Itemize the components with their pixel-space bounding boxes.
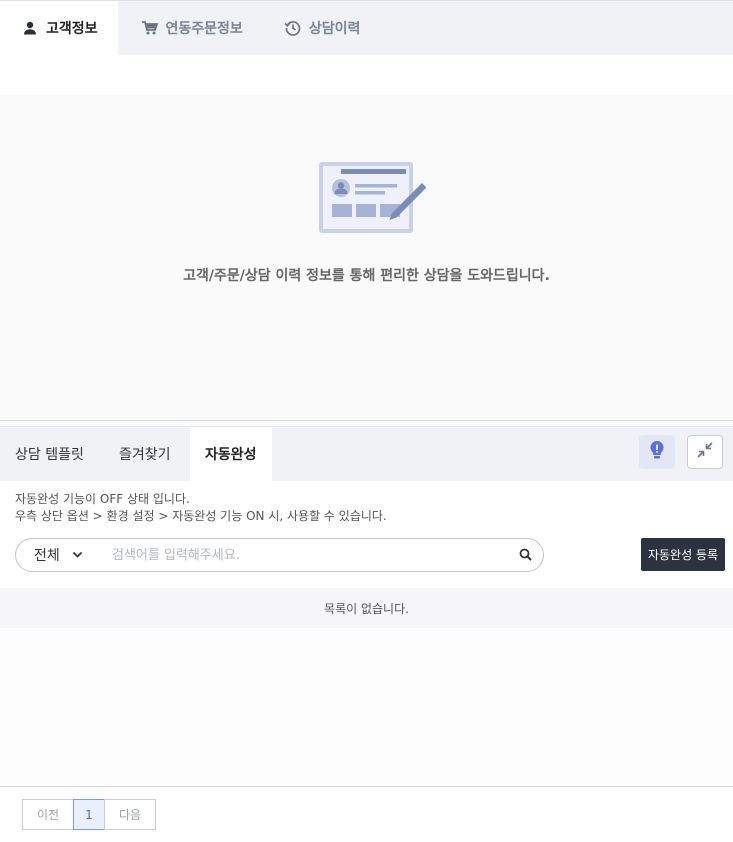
empty-list-message: 목록이 없습니다. [0,588,733,628]
panel-splitter[interactable] [0,420,733,427]
lightbulb-icon [649,440,665,464]
notice-line-2: 우측 상단 옵션 > 환경 설정 > 자동완성 기능 ON 시, 사용할 수 있… [15,509,387,523]
page-number-button[interactable]: 1 [73,799,105,830]
tab-consult-template-label: 상담 템플릿 [15,447,84,463]
tab-linked-orders-label: 연동주문정보 [165,21,243,37]
prev-page-button[interactable]: 이전 [22,799,74,830]
customer-card-icon [319,162,426,233]
search-input[interactable] [104,540,507,570]
search-filter-value: 전체 [34,548,60,564]
info-message: 고객/주문/상담 이력 정보를 통해 편리한 상담을 도와드립니다. [183,268,550,284]
search-icon [519,546,532,565]
tab-consult-history[interactable]: 상담이력 [263,1,381,55]
search-bar: 전체 [15,538,544,572]
pagination: 이전 1 다음 [22,799,156,830]
list-area [0,628,733,786]
customer-info-placeholder: 고객/주문/상담 이력 정보를 통해 편리한 상담을 도와드립니다. [0,95,733,420]
collapse-icon [696,441,714,463]
bottom-tab-bar: 상담 템플릿 즐겨찾기 자동완성 [0,427,733,481]
autocomplete-off-notice: 자동완성 기능이 OFF 상태 입니다. 우측 상단 옵션 > 환경 설정 > … [15,491,387,525]
tab-consult-history-label: 상담이력 [308,21,361,37]
history-icon [283,18,303,38]
tab-consult-template[interactable]: 상담 템플릿 [15,427,84,481]
next-page-button[interactable]: 다음 [104,799,156,830]
user-icon [20,18,40,38]
tab-linked-orders[interactable]: 연동주문정보 [118,1,263,55]
tab-favorites[interactable]: 즐겨찾기 [119,427,171,481]
chevron-down-icon [72,547,83,563]
collapse-button[interactable] [687,435,723,469]
tab-autocomplete-label: 자동완성 [205,447,257,463]
register-autocomplete-button[interactable]: 자동완성 등록 [641,538,725,571]
tab-customer-info[interactable]: 고객정보 [0,1,118,55]
tips-button[interactable] [639,435,675,469]
search-button[interactable] [507,546,543,565]
notice-line-1: 자동완성 기능이 OFF 상태 입니다. [15,492,190,506]
tab-autocomplete[interactable]: 자동완성 [190,427,272,481]
empty-list-text: 목록이 없습니다. [324,601,409,616]
tab-favorites-label: 즐겨찾기 [119,447,171,463]
search-filter-select[interactable]: 전체 [16,545,104,565]
pagination-footer: 이전 1 다음 [0,786,733,842]
tab-customer-info-label: 고객정보 [46,21,98,37]
cart-icon [140,18,160,38]
top-tab-bar: 고객정보 연동주문정보 상담이력 [0,0,733,55]
